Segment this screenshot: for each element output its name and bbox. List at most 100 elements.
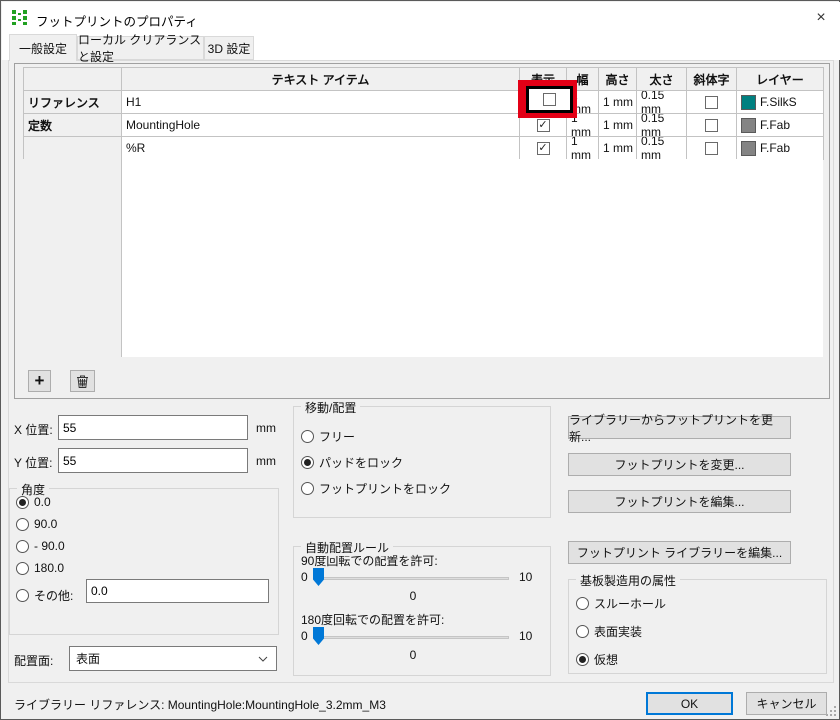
col-header-layer: レイヤー (737, 68, 824, 91)
grid-empty-area (122, 159, 823, 357)
x-position-unit: mm (256, 421, 276, 435)
radio-icon (576, 625, 589, 638)
cell-pr-width[interactable]: 1 mm (567, 137, 599, 160)
title-bar: フットプリントのプロパティ × (2, 2, 840, 32)
move-radio-lock-pads[interactable]: パッドをロック (301, 454, 403, 471)
col-header-thickness: 太さ (637, 68, 687, 91)
angle-other-input[interactable] (86, 579, 269, 603)
footprint-properties-dialog: フットプリントのプロパティ × 一般設定 ローカル クリアランスと設定 3D 設… (0, 0, 840, 720)
x-position-label: X 位置: (14, 421, 53, 438)
rot90-min: 0 (301, 570, 308, 584)
cell-pr-show[interactable]: ✓ (520, 137, 567, 160)
fab-attributes-title: 基板製造用の属性 (576, 572, 680, 589)
cell-value-thickness[interactable]: 0.15 mm (637, 114, 687, 137)
radio-icon (16, 518, 29, 531)
move-radio-lock-footprint[interactable]: フットプリントをロック (301, 480, 451, 497)
show-checkbox[interactable]: ✓ (537, 119, 550, 132)
radio-icon (16, 562, 29, 575)
rot180-min: 0 (301, 629, 308, 643)
col-header-italic: 斜体字 (687, 68, 737, 91)
highlight-target (526, 86, 573, 113)
edit-footprint-button[interactable]: フットプリントを編集... (568, 490, 791, 513)
cell-reference-height[interactable]: 1 mm (599, 91, 637, 114)
layer-color-swatch (741, 95, 756, 110)
cell-pr-thickness[interactable]: 0.15 mm (637, 137, 687, 160)
x-position-input[interactable] (58, 415, 248, 440)
radio-selected-icon (16, 496, 29, 509)
tab-general-settings[interactable]: 一般設定 (9, 34, 77, 61)
col-header-text-item: テキスト アイテム (122, 68, 520, 91)
radio-icon (16, 589, 29, 602)
row-header-reference: リファレンス (24, 91, 122, 114)
rot180-label: 180度回転での配置を許可: (301, 611, 444, 628)
close-icon[interactable]: × (802, 3, 840, 32)
cell-reference-layer[interactable]: F.SilkS (737, 91, 824, 114)
cell-pr-layer[interactable]: F.Fab (737, 137, 824, 160)
delete-text-item-button[interactable] (70, 370, 95, 392)
library-reference-text: ライブラリー リファレンス: MountingHole:MountingHole… (14, 696, 386, 713)
move-place-title: 移動/配置 (301, 399, 360, 416)
angle-radio-90[interactable]: 90.0 (16, 517, 57, 531)
move-radio-free[interactable]: フリー (301, 428, 355, 445)
radio-icon (301, 482, 314, 495)
radio-icon (301, 430, 314, 443)
plus-icon: + (35, 371, 45, 391)
cell-reference-thickness[interactable]: 0.15 mm (637, 91, 687, 114)
cell-reference-italic[interactable] (687, 91, 737, 114)
italic-checkbox[interactable] (705, 142, 718, 155)
rot90-slider-track[interactable] (317, 577, 509, 580)
layer-color-swatch (741, 118, 756, 133)
trash-icon (75, 374, 90, 389)
show-checkbox[interactable]: ✓ (537, 142, 550, 155)
cell-value-italic[interactable] (687, 114, 737, 137)
col-header-height: 高さ (599, 68, 637, 91)
angle-radio-180[interactable]: 180.0 (16, 561, 64, 575)
change-footprint-button[interactable]: フットプリントを変更... (568, 453, 791, 476)
fab-radio-smd[interactable]: 表面実装 (576, 623, 642, 640)
cell-value-layer[interactable]: F.Fab (737, 114, 824, 137)
rot90-max: 10 (519, 570, 532, 584)
cancel-button[interactable]: キャンセル (746, 692, 827, 715)
cell-value-text[interactable]: MountingHole (122, 114, 520, 137)
italic-checkbox[interactable] (705, 119, 718, 132)
row-header-blank (24, 137, 122, 160)
y-position-unit: mm (256, 454, 276, 468)
angle-radio-other[interactable]: その他: (16, 587, 73, 604)
radio-selected-icon (301, 456, 314, 469)
chevron-down-icon (258, 656, 268, 662)
angle-radio-0[interactable]: 0.0 (16, 495, 51, 509)
cell-pr-text[interactable]: %R (122, 137, 520, 160)
rot180-slider-track[interactable] (317, 636, 509, 639)
layer-color-swatch (741, 141, 756, 156)
update-footprint-button[interactable]: ライブラリーからフットプリントを更新... (568, 416, 791, 439)
cell-reference-text[interactable]: H1 (122, 91, 520, 114)
show-checkbox-unchecked[interactable] (543, 93, 556, 106)
row-header-value: 定数 (24, 114, 122, 137)
cell-value-height[interactable]: 1 mm (599, 114, 637, 137)
y-position-input[interactable] (58, 448, 248, 473)
window-title: フットプリントのプロパティ (36, 11, 198, 30)
cell-pr-italic[interactable] (687, 137, 737, 160)
add-text-item-button[interactable]: + (28, 370, 51, 392)
italic-checkbox[interactable] (705, 96, 718, 109)
angle-radio-neg90[interactable]: - 90.0 (16, 539, 65, 553)
corner-header-cell (24, 68, 122, 91)
radio-icon (576, 597, 589, 610)
cell-pr-height[interactable]: 1 mm (599, 137, 637, 160)
grid-rowheader-filler (23, 159, 122, 357)
text-items-table: テキスト アイテム 表示 幅 高さ 太さ 斜体字 レイヤー リファレンス H1 … (23, 67, 824, 160)
fab-radio-virtual[interactable]: 仮想 (576, 651, 618, 668)
fab-radio-through-hole[interactable]: スルーホール (576, 595, 666, 612)
rot90-value: 0 (317, 589, 509, 603)
tab-3d-settings[interactable]: 3D 設定 (204, 36, 254, 60)
radio-selected-icon (576, 653, 589, 666)
edit-footprint-library-button[interactable]: フットプリント ライブラリーを編集... (568, 541, 791, 564)
radio-icon (16, 540, 29, 553)
y-position-label: Y 位置: (14, 454, 52, 471)
autoplace-title: 自動配置ルール (301, 539, 393, 556)
ok-button[interactable]: OK (646, 692, 733, 715)
footprint-icon (11, 9, 28, 26)
rot180-max: 10 (519, 629, 532, 643)
tab-local-clearance[interactable]: ローカル クリアランスと設定 (77, 36, 204, 60)
placement-side-select[interactable]: 表面 (69, 646, 277, 671)
